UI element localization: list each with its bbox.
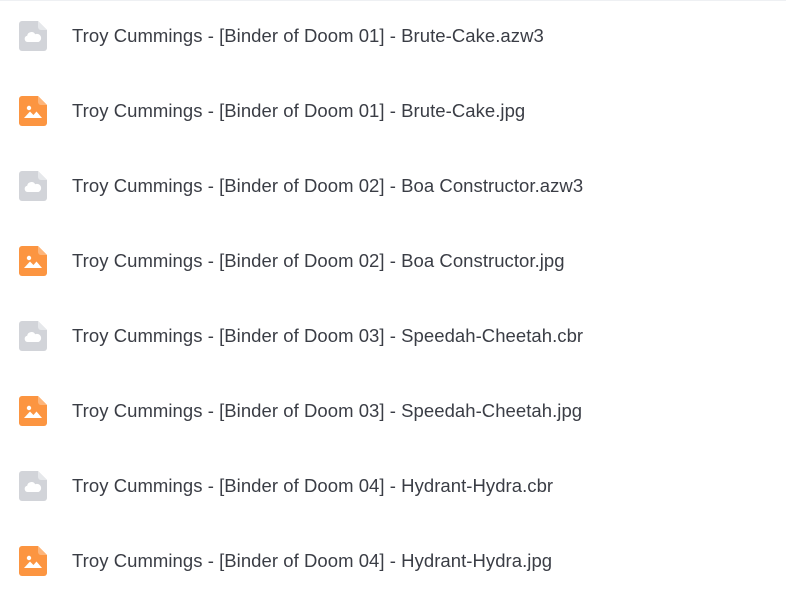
file-row[interactable]: Troy Cummings - [Binder of Doom 04] - Hy… — [0, 523, 786, 598]
file-list: Troy Cummings - [Binder of Doom 01] - Br… — [0, 0, 786, 592]
file-name: Troy Cummings - [Binder of Doom 04] - Hy… — [72, 549, 553, 571]
file-name: Troy Cummings - [Binder of Doom 02] - Bo… — [72, 249, 565, 271]
file-row[interactable]: Troy Cummings - [Binder of Doom 03] - Sp… — [0, 373, 786, 448]
file-name: Troy Cummings - [Binder of Doom 04] - Hy… — [72, 474, 554, 496]
file-name: Troy Cummings - [Binder of Doom 02] - Bo… — [72, 174, 584, 196]
file-row[interactable]: Troy Cummings - [Binder of Doom 01] - Br… — [0, 0, 786, 73]
file-row[interactable]: Troy Cummings - [Binder of Doom 04] - Hy… — [0, 448, 786, 523]
file-row[interactable]: Troy Cummings - [Binder of Doom 03] - Sp… — [0, 298, 786, 373]
image-file-icon — [19, 245, 47, 276]
file-row[interactable]: Troy Cummings - [Binder of Doom 02] - Bo… — [0, 148, 786, 223]
cloud-file-icon — [19, 470, 47, 501]
image-file-icon — [19, 545, 47, 576]
cloud-file-icon — [19, 20, 47, 51]
file-row[interactable]: Troy Cummings - [Binder of Doom 01] - Br… — [0, 73, 786, 148]
file-row[interactable]: Troy Cummings - [Binder of Doom 02] - Bo… — [0, 223, 786, 298]
cloud-file-icon — [19, 320, 47, 351]
cloud-file-icon — [19, 170, 47, 201]
image-file-icon — [19, 95, 47, 126]
file-name: Troy Cummings - [Binder of Doom 03] - Sp… — [72, 399, 583, 421]
image-file-icon — [19, 395, 47, 426]
file-name: Troy Cummings - [Binder of Doom 03] - Sp… — [72, 324, 584, 346]
file-name: Troy Cummings - [Binder of Doom 01] - Br… — [72, 99, 526, 121]
file-name: Troy Cummings - [Binder of Doom 01] - Br… — [72, 24, 544, 46]
